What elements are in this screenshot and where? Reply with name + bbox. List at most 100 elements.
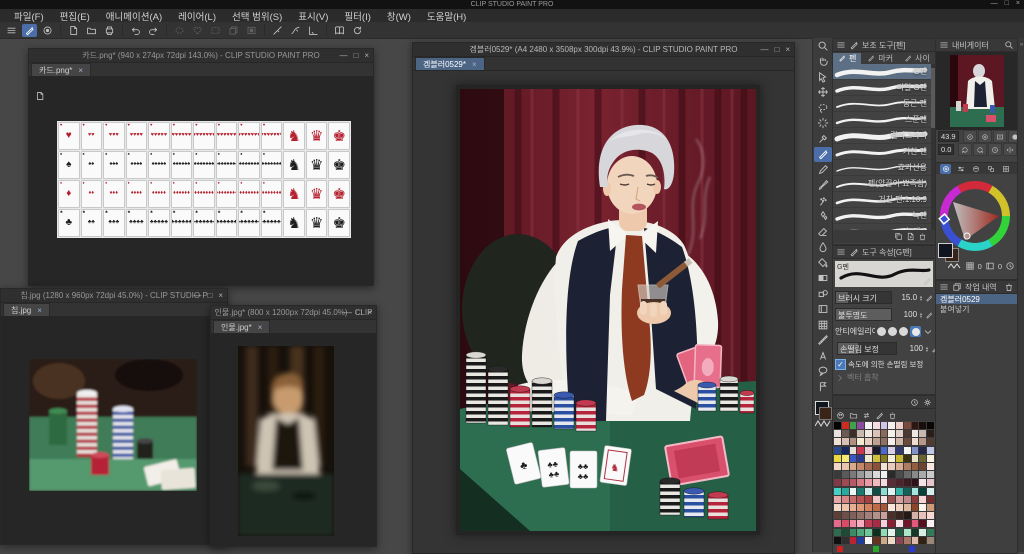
edit-preview-icon[interactable] xyxy=(922,276,932,286)
color-swatch[interactable] xyxy=(881,512,888,519)
color-swatch[interactable] xyxy=(912,504,919,511)
color-swatch[interactable] xyxy=(904,430,911,437)
color-swatch[interactable] xyxy=(904,479,911,486)
color-swatch[interactable] xyxy=(888,471,895,478)
color-swatch[interactable] xyxy=(896,504,903,511)
color-swatch[interactable] xyxy=(850,496,857,503)
color-swatch[interactable] xyxy=(919,529,926,536)
color-swatch[interactable] xyxy=(873,488,880,495)
background-color-chip[interactable] xyxy=(819,407,832,420)
color-swatch[interactable] xyxy=(888,430,895,437)
color-swatch[interactable] xyxy=(842,504,849,511)
menu-item[interactable]: 레이어(L) xyxy=(170,9,224,23)
checkbox-checked[interactable]: ✓ xyxy=(835,359,846,370)
color-swatch[interactable] xyxy=(857,422,864,429)
layer-icon[interactable] xyxy=(226,24,241,37)
color-swatch[interactable] xyxy=(896,471,903,478)
panel-menu-icon[interactable] xyxy=(939,282,949,292)
color-swatch[interactable] xyxy=(873,438,880,445)
copy-icon[interactable] xyxy=(894,232,903,241)
color-swatch[interactable] xyxy=(865,504,872,511)
color-swatch[interactable] xyxy=(927,520,934,527)
stepper[interactable]: ▲▼ xyxy=(925,346,929,352)
window-main[interactable]: 겜블러0529* (A4 2480 x 3508px 300dpi 43.9%)… xyxy=(412,42,795,554)
color-swatch[interactable] xyxy=(834,447,841,454)
rot-cw-button[interactable] xyxy=(973,143,987,156)
brush-item[interactable]: 리얼 G펜 xyxy=(833,80,935,96)
color-swatch[interactable] xyxy=(881,529,888,536)
color-swatch[interactable] xyxy=(881,430,888,437)
color-swatch[interactable] xyxy=(850,430,857,437)
color-swatch[interactable] xyxy=(888,504,895,511)
color-swatch[interactable] xyxy=(834,529,841,536)
tab-main-document[interactable]: 겜블러0529*× xyxy=(415,57,485,70)
color-swatch[interactable] xyxy=(919,438,926,445)
color-swatch[interactable] xyxy=(842,422,849,429)
tool-move[interactable] xyxy=(814,85,832,100)
brush-item[interactable]: 거친 펜.1.10.9 xyxy=(833,192,935,208)
color-swatch[interactable] xyxy=(834,430,841,437)
color-swatch[interactable] xyxy=(927,463,934,470)
color-swatch[interactable] xyxy=(888,438,895,445)
window-cards[interactable]: 카드.png* (940 x 274px 72dpi 143.0%) - CLI… xyxy=(28,48,374,286)
color-swatch[interactable] xyxy=(896,537,903,544)
menu-item[interactable]: 표시(V) xyxy=(290,9,336,23)
color-swatch[interactable] xyxy=(873,447,880,454)
tool-text[interactable] xyxy=(814,348,832,363)
brush-item[interactable]: 늑펜 2 xyxy=(833,224,935,230)
color-swatch[interactable] xyxy=(850,438,857,445)
zoom-out-button[interactable] xyxy=(963,130,977,143)
color-swatch[interactable] xyxy=(873,529,880,536)
color-swatch[interactable] xyxy=(927,512,934,519)
gear-icon[interactable] xyxy=(923,398,932,407)
tool-ruler[interactable] xyxy=(814,333,832,348)
color-swatch[interactable] xyxy=(919,463,926,470)
flip-h-button[interactable] xyxy=(1003,143,1017,156)
snap-curve-icon[interactable] xyxy=(288,24,303,37)
colorpanel-tab-slider[interactable] xyxy=(955,164,966,174)
color-swatch[interactable] xyxy=(881,422,888,429)
color-swatch[interactable] xyxy=(904,512,911,519)
property-value[interactable]: 100 xyxy=(894,310,917,319)
color-swatch[interactable] xyxy=(927,496,934,503)
swap-icon[interactable] xyxy=(862,411,871,420)
open-icon[interactable] xyxy=(849,411,858,420)
color-swatch[interactable] xyxy=(919,447,926,454)
color-swatch[interactable] xyxy=(865,438,872,445)
color-swatch[interactable] xyxy=(842,496,849,503)
color-swatch[interactable] xyxy=(834,422,841,429)
color-swatch[interactable] xyxy=(865,529,872,536)
color-swatch[interactable] xyxy=(888,422,895,429)
aa-weak-option[interactable] xyxy=(888,327,897,336)
color-swatch[interactable] xyxy=(888,479,895,486)
navigator-thumbnail[interactable] xyxy=(936,52,1017,130)
color-swatch[interactable] xyxy=(834,471,841,478)
color-swatch[interactable] xyxy=(881,537,888,544)
tool-airbrush[interactable] xyxy=(814,193,832,208)
tool-eyedropper[interactable] xyxy=(814,131,832,146)
color-swatch[interactable] xyxy=(888,496,895,503)
color-swatch[interactable] xyxy=(865,512,872,519)
property-slider[interactable]: 불투명도 xyxy=(835,308,892,321)
color-swatch[interactable] xyxy=(927,447,934,454)
brush-item[interactable]: 늑펜 xyxy=(833,208,935,224)
open-icon[interactable] xyxy=(84,24,99,37)
color-swatch[interactable] xyxy=(919,471,926,478)
tool-fill[interactable] xyxy=(814,255,832,270)
color-swatch[interactable] xyxy=(865,537,872,544)
color-swatch[interactable] xyxy=(912,512,919,519)
color-swatch[interactable] xyxy=(904,455,911,462)
color-swatch[interactable] xyxy=(857,463,864,470)
color-swatch[interactable] xyxy=(865,471,872,478)
color-swatch[interactable] xyxy=(857,504,864,511)
aa-middle-option[interactable] xyxy=(899,327,908,336)
color-swatch[interactable] xyxy=(896,455,903,462)
color-swatch[interactable] xyxy=(857,537,864,544)
menu-item[interactable]: 선택 범위(S) xyxy=(224,9,290,23)
color-swatch[interactable] xyxy=(850,422,857,429)
color-swatch[interactable] xyxy=(888,520,895,527)
trash-icon[interactable] xyxy=(918,232,927,241)
tool-pencil[interactable] xyxy=(814,162,832,177)
tab-person[interactable]: 인물.jpg*× xyxy=(213,320,270,333)
color-swatch[interactable] xyxy=(912,438,919,445)
